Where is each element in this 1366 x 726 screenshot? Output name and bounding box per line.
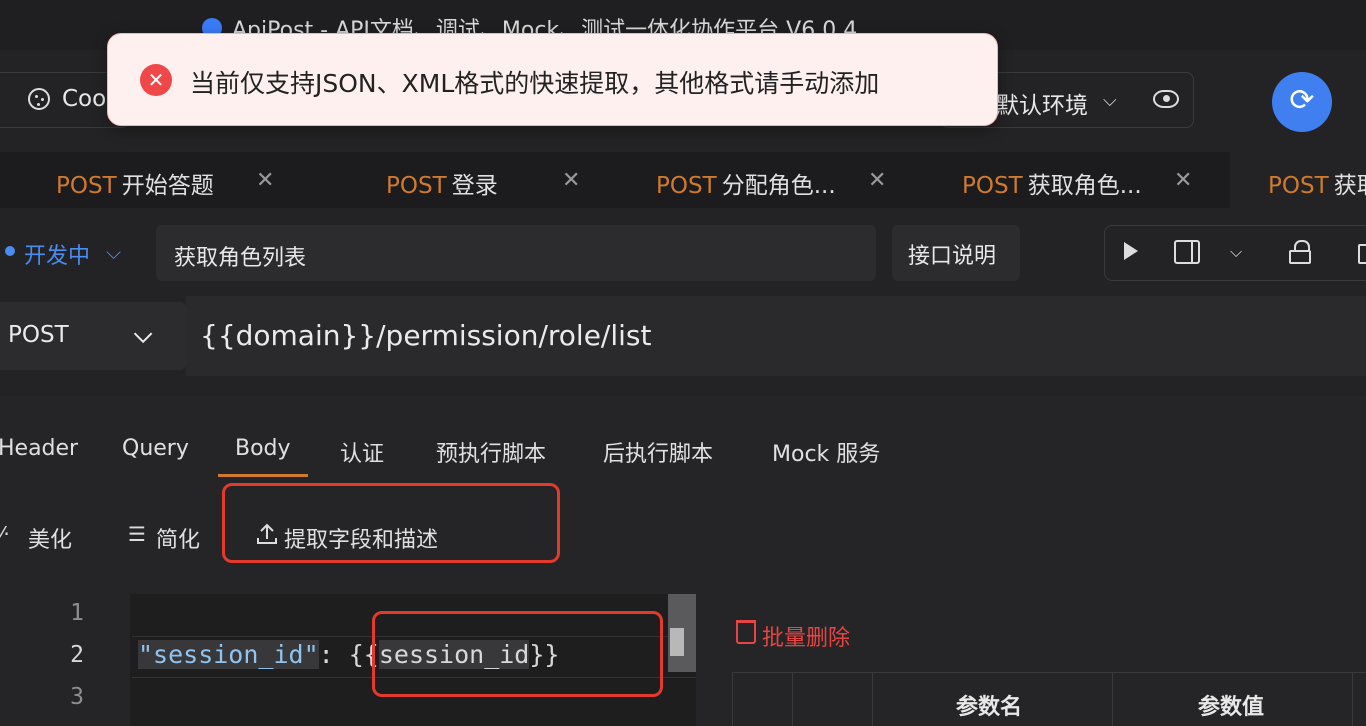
tab-body[interactable]: Body <box>235 436 291 461</box>
doc-button-label: 接口说明 <box>908 244 997 269</box>
tab-close-icon[interactable]: ✕ <box>256 168 274 193</box>
table-divider <box>792 672 793 726</box>
line-number: 3 <box>70 684 84 710</box>
copy-icon[interactable] <box>1358 244 1366 264</box>
method-value: POST <box>8 322 69 348</box>
api-name-value: 获取角色列表 <box>174 246 307 271</box>
tab-method: POST <box>386 173 447 199</box>
tab-method: POST <box>56 173 117 199</box>
chevron-down-icon: ⌵ <box>106 240 122 264</box>
chevron-down-icon: ⌵ <box>1103 90 1117 111</box>
error-circle-icon: ✕ <box>140 64 172 96</box>
chevron-down-icon[interactable]: ⌵ <box>1230 242 1242 262</box>
list-icon: ☰ <box>128 522 146 546</box>
tab-name: 获取角色... <box>1027 173 1142 199</box>
tab-name: 登录 <box>451 173 498 199</box>
params-table <box>732 672 1366 726</box>
tab-denglu[interactable]: POST 登录 <box>386 166 498 200</box>
active-tab-indicator <box>218 474 308 477</box>
tab-method: POST <box>1268 173 1329 199</box>
tab-huoqu-current[interactable]: POST 获取 <box>1268 166 1366 200</box>
tab-close-icon[interactable]: ✕ <box>868 168 886 193</box>
url-value: {{domain}}/permission/role/list <box>200 319 652 352</box>
table-divider <box>872 672 873 726</box>
tab-name: 分配角色... <box>721 173 836 199</box>
code-key: "session_id" <box>138 640 319 669</box>
tab-close-icon[interactable]: ✕ <box>562 168 580 193</box>
environment-label: 默认环境 <box>996 93 1088 119</box>
column-header-param-value: 参数值 <box>1198 695 1265 720</box>
scrollbar-thumb[interactable] <box>670 628 684 656</box>
toast-message: 当前仅支持JSON、XML格式的快速提取，其他格式请手动添加 <box>190 69 880 98</box>
tab-name: 开始答题 <box>121 173 214 199</box>
line-number: 1 <box>70 600 84 626</box>
tab-close-icon[interactable]: ✕ <box>1174 168 1192 193</box>
status-select[interactable]: 开发中 <box>24 238 90 270</box>
sync-icon: ⟳ <box>1289 83 1315 118</box>
trash-icon <box>736 620 756 644</box>
tab-mock-service[interactable]: Mock 服务 <box>772 436 880 468</box>
table-divider <box>1112 672 1113 726</box>
tab-method: POST <box>656 173 717 199</box>
simplify-button[interactable]: 简化 <box>156 522 200 554</box>
annotation-highlight-box <box>372 611 663 697</box>
eye-icon[interactable] <box>1153 90 1179 108</box>
table-divider <box>1352 672 1353 726</box>
tab-fenpei-juese[interactable]: POST 分配角色... <box>656 166 836 200</box>
panel-icon[interactable] <box>1174 240 1200 264</box>
tab-auth[interactable]: 认证 <box>340 436 384 468</box>
chevron-down-icon: ⌵ <box>134 320 153 348</box>
cookie-icon <box>28 88 50 110</box>
cookie-label: Coo <box>62 86 107 112</box>
magic-wand-icon: ⁄· <box>0 522 10 546</box>
play-icon[interactable] <box>1124 242 1138 260</box>
tab-name: 获取 <box>1333 173 1366 199</box>
annotation-highlight-box <box>222 483 560 563</box>
status-dot <box>5 246 15 256</box>
tab-post-script[interactable]: 后执行脚本 <box>603 436 713 468</box>
tab-method: POST <box>962 173 1023 199</box>
code-colon: : <box>318 640 349 669</box>
tab-kaishidati[interactable]: POST 开始答题 <box>56 166 214 200</box>
tab-query[interactable]: Query <box>122 436 189 461</box>
tab-huoqu-juese[interactable]: POST 获取角色... <box>962 166 1142 200</box>
tab-pre-script[interactable]: 预执行脚本 <box>436 436 546 468</box>
column-header-param-name: 参数名 <box>956 695 1023 720</box>
line-number: 2 <box>70 642 84 668</box>
sync-button[interactable]: ⟳ <box>1272 72 1332 132</box>
beautify-button[interactable]: 美化 <box>28 522 72 554</box>
unlock-icon[interactable] <box>1289 240 1311 264</box>
tab-header[interactable]: Header <box>0 436 78 461</box>
bulk-delete-button[interactable]: 批量删除 <box>762 620 850 652</box>
